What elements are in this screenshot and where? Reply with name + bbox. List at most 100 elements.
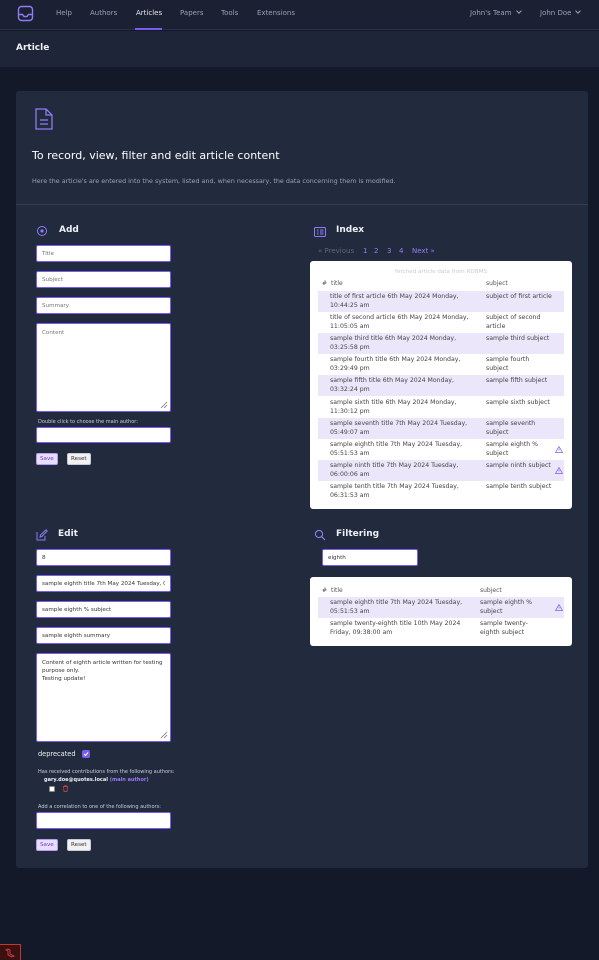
user-dropdown[interactable]: John Doe bbox=[540, 8, 582, 17]
row-title: sample fourth title 6th May 2024 Monday,… bbox=[330, 356, 461, 373]
filtering-section-title: Filtering bbox=[336, 529, 380, 539]
correlation-input[interactable] bbox=[36, 812, 171, 829]
pager-previous[interactable]: « Previous bbox=[318, 247, 354, 255]
table-row[interactable]: sample twenty-eighth title 10th May 2024… bbox=[318, 618, 564, 639]
nav-authors[interactable]: Authors bbox=[90, 9, 117, 17]
page-title: Article bbox=[16, 43, 50, 53]
edit-section-title: Edit bbox=[58, 529, 78, 539]
warning-icon[interactable] bbox=[555, 604, 563, 611]
row-subject: sample third subject bbox=[486, 335, 550, 343]
table-row[interactable]: title of first article 6th May 2024 Mond… bbox=[318, 291, 564, 313]
team-dropdown[interactable]: John's Team bbox=[470, 8, 522, 17]
contributor-checkbox[interactable] bbox=[49, 786, 55, 792]
nav-extensions[interactable]: Extensions bbox=[257, 9, 295, 17]
row-subject: sample ninth subject bbox=[486, 461, 551, 469]
row-title: sample fifth title 6th May 2024 Monday, … bbox=[330, 377, 454, 394]
main-author-tag[interactable]: (main author) bbox=[110, 777, 149, 783]
row-subject: sample tenth subject bbox=[486, 482, 552, 490]
col-title-header: title bbox=[331, 280, 343, 287]
add-title-input[interactable] bbox=[36, 245, 171, 262]
pager-page-2[interactable]: 2 bbox=[374, 247, 378, 255]
main-author-label: Double click to choose the main author: bbox=[38, 419, 138, 425]
edit-content-textarea[interactable]: Content of eighth article written for te… bbox=[36, 653, 171, 742]
row-subject: sample sixth subject bbox=[486, 398, 550, 406]
contributor-item: gary.doe@quotes.local (main author) bbox=[44, 777, 149, 783]
warning-icon[interactable] bbox=[555, 466, 563, 474]
nav-tools[interactable]: Tools bbox=[221, 9, 238, 17]
nav-papers[interactable]: Papers bbox=[180, 9, 203, 17]
edit-save-button[interactable]: Save bbox=[36, 839, 58, 851]
col-subject-header: subject bbox=[480, 587, 502, 594]
table-row[interactable]: sample tenth title 7th May 2024 Tuesday,… bbox=[318, 481, 564, 502]
add-save-button[interactable]: Save bbox=[36, 453, 58, 465]
table-row[interactable]: sample fourth title 6th May 2024 Monday,… bbox=[318, 354, 564, 375]
divider bbox=[16, 204, 588, 205]
add-section-title: Add bbox=[59, 225, 79, 235]
table-row[interactable]: title of second article 6th May 2024 Mon… bbox=[318, 312, 564, 333]
chevron-down-icon bbox=[515, 8, 522, 14]
filter-search-input[interactable] bbox=[322, 549, 418, 566]
deprecated-checkbox[interactable] bbox=[82, 750, 90, 758]
edit-subject-input[interactable] bbox=[36, 601, 171, 618]
table-row[interactable]: sample eighth title 7th May 2024 Tuesday… bbox=[318, 597, 564, 618]
resize-handle-icon[interactable] bbox=[160, 401, 168, 409]
inbox-logo-icon[interactable] bbox=[17, 5, 34, 22]
active-nav-indicator bbox=[135, 28, 162, 30]
trash-icon[interactable] bbox=[62, 785, 69, 792]
add-subject-input[interactable] bbox=[36, 271, 171, 288]
row-subject: sample twenty-eighth subject bbox=[480, 620, 528, 636]
nav-articles[interactable]: Articles bbox=[136, 9, 162, 17]
row-title: sample eighth title 7th May 2024 Tuesday… bbox=[330, 599, 463, 615]
search-icon bbox=[314, 529, 326, 541]
add-reset-button[interactable]: Reset bbox=[67, 453, 91, 465]
row-title: sample twenty-eighth title 10th May 2024… bbox=[330, 620, 461, 636]
row-title: sample sixth title 6th May 2024 Monday, … bbox=[330, 398, 457, 415]
row-subject: sample eighth % subject bbox=[486, 440, 539, 457]
top-navbar: Help Authors Articles Papers Tools Exten… bbox=[0, 0, 599, 30]
col-num-header: # bbox=[322, 280, 328, 287]
add-content-textarea[interactable] bbox=[36, 323, 171, 412]
chevron-down-icon bbox=[575, 8, 582, 14]
page-header: Article bbox=[0, 31, 599, 67]
table-row[interactable]: sample seventh title 7th May 2024 Tuesda… bbox=[318, 417, 564, 439]
main-author-input[interactable] bbox=[36, 427, 171, 443]
edit-summary-input[interactable] bbox=[36, 627, 171, 644]
deprecated-label: deprecated bbox=[38, 750, 76, 758]
edit-title-input[interactable] bbox=[36, 575, 171, 592]
nav-help[interactable]: Help bbox=[56, 9, 72, 17]
debug-toolbar-toggle[interactable] bbox=[0, 944, 21, 960]
list-index-icon bbox=[314, 227, 326, 237]
checkmark-icon bbox=[83, 752, 89, 757]
table-row[interactable]: sample sixth title 6th May 2024 Monday, … bbox=[318, 397, 564, 418]
add-summary-input[interactable] bbox=[36, 297, 171, 314]
row-subject: sample fifth subject bbox=[486, 377, 548, 385]
index-section-title: Index bbox=[336, 225, 365, 235]
user-name: John Doe bbox=[540, 9, 572, 17]
contributions-label: Has received contributions from the foll… bbox=[38, 769, 175, 775]
row-title: title of second article 6th May 2024 Mon… bbox=[330, 314, 469, 331]
col-title-header: title bbox=[331, 587, 343, 594]
pager-page-3[interactable]: 3 bbox=[387, 247, 391, 255]
table-row[interactable]: sample third title 6th May 2024 Monday, … bbox=[318, 333, 564, 355]
resize-handle-icon[interactable] bbox=[160, 731, 168, 739]
table-row[interactable]: sample ninth title 7th May 2024 Tuesday,… bbox=[318, 459, 564, 481]
pager-page-4[interactable]: 4 bbox=[399, 247, 403, 255]
edit-id-input[interactable] bbox=[36, 549, 171, 566]
row-subject: sample eighth % subject bbox=[480, 599, 533, 615]
row-title: sample ninth title 7th May 2024 Tuesday,… bbox=[330, 461, 459, 478]
table-row[interactable]: sample eighth title 7th May 2024 Tuesday… bbox=[318, 439, 564, 460]
document-icon bbox=[35, 108, 53, 130]
contributor-email: gary.doe@quotes.local bbox=[44, 777, 108, 783]
table-row[interactable]: sample fifth title 6th May 2024 Monday, … bbox=[318, 375, 564, 397]
add-circle-icon bbox=[37, 226, 47, 236]
correlation-label: Add a correlation to one of the followin… bbox=[38, 804, 161, 810]
row-title: sample eighth title 7th May 2024 Tuesday… bbox=[330, 440, 463, 457]
pager-page-1[interactable]: 1 bbox=[363, 247, 367, 255]
warning-icon[interactable] bbox=[555, 445, 563, 453]
index-table: fetched article data from RDBMS # title … bbox=[310, 261, 572, 509]
table-caption: fetched article data from RDBMS bbox=[395, 269, 487, 275]
row-title: sample tenth title 7th May 2024 Tuesday,… bbox=[330, 482, 459, 499]
edit-reset-button[interactable]: Reset bbox=[67, 839, 91, 851]
pager-next[interactable]: Next » bbox=[412, 247, 435, 255]
row-title: sample seventh title 7th May 2024 Tuesda… bbox=[330, 419, 468, 436]
